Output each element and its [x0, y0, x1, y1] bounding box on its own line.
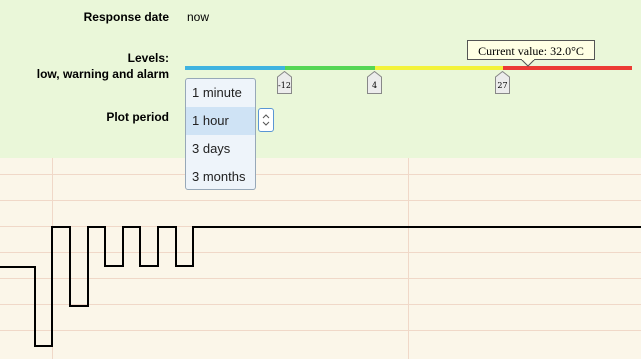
plot-period-option-3-days[interactable]: 3 days — [186, 135, 255, 163]
levels-label-line1: Levels: — [127, 51, 169, 65]
settings-panel: Response date now Levels: low, warning a… — [0, 0, 641, 158]
plot-grid — [0, 158, 641, 359]
plot-period-spinner[interactable] — [258, 108, 274, 132]
level-marker-warning-label: 4 — [371, 81, 378, 90]
level-marker-alarm-label: 27 — [497, 81, 508, 90]
response-date-label: Response date — [83, 10, 169, 24]
plot-period-option-1-hour[interactable]: 1 hour — [186, 107, 255, 135]
level-marker-low[interactable]: -12 — [277, 71, 292, 94]
level-normal-segment — [285, 66, 375, 70]
response-date-value[interactable]: now — [187, 10, 209, 24]
levels-label-line2: low, warning and alarm — [36, 67, 169, 81]
plot-period-label: Plot period — [106, 110, 169, 124]
plot-area — [0, 158, 641, 359]
level-marker-warning[interactable]: 4 — [367, 71, 382, 94]
plot-period-option-3-months[interactable]: 3 months — [186, 163, 255, 189]
level-low-segment — [185, 66, 285, 70]
level-marker-alarm[interactable]: 27 — [495, 71, 510, 94]
spinner-arrows-icon — [262, 114, 270, 126]
level-warning-segment — [375, 66, 503, 70]
tooltip-pointer — [521, 59, 535, 67]
plot-series-line — [0, 226, 641, 347]
plot-period-option-1-minute[interactable]: 1 minute — [186, 79, 255, 107]
current-value-tooltip: Current value: 32.0°C — [467, 40, 595, 60]
level-marker-low-label: -12 — [278, 81, 291, 90]
plot-period-dropdown[interactable]: 1 minute 1 hour 3 days 3 months — [185, 78, 256, 190]
